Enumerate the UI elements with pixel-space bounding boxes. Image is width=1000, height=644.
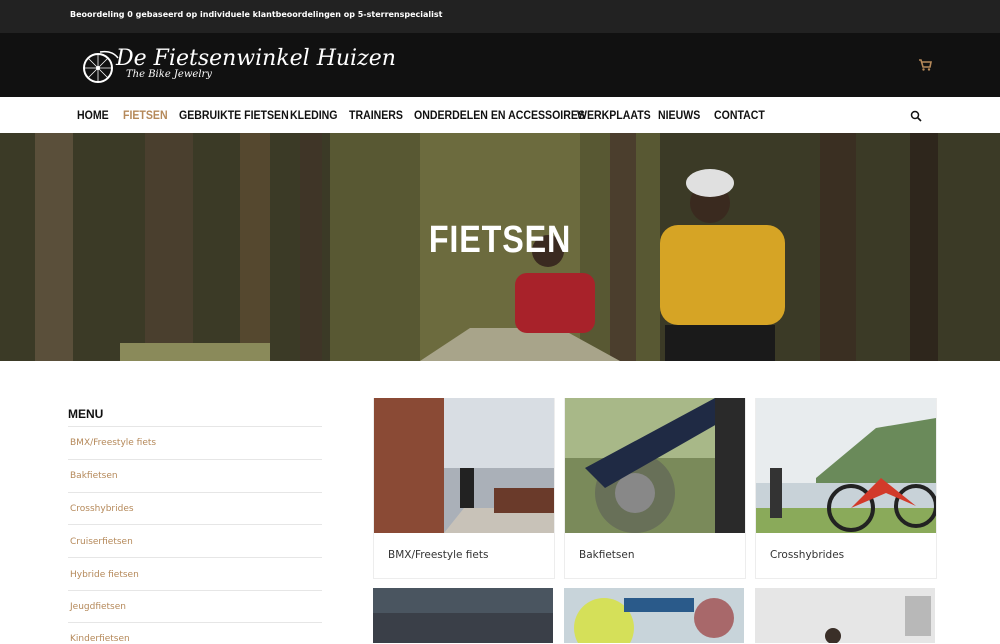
menu-divider xyxy=(68,622,322,623)
menu-link-jeugdfietsen[interactable]: Jeugdfietsen xyxy=(70,602,126,612)
product-card[interactable] xyxy=(564,588,744,643)
nav-werkplaats[interactable]: WERKPLAATS xyxy=(577,108,651,122)
nav-trainers[interactable]: TRAINERS xyxy=(349,108,403,122)
menu-link-bakfietsen[interactable]: Bakfietsen xyxy=(70,471,118,481)
logo-subtitle: The Bike Jewelry xyxy=(126,69,212,80)
logo-title: De Fietsenwinkel Huizen xyxy=(116,46,396,71)
search-icon[interactable] xyxy=(910,110,922,122)
menu-link-cruiserfietsen[interactable]: Cruiserfietsen xyxy=(70,537,133,547)
nav-contact[interactable]: CONTACT xyxy=(714,108,765,122)
menu-divider xyxy=(68,590,322,591)
menu-divider xyxy=(68,459,322,460)
menu-divider xyxy=(68,492,322,493)
product-card[interactable]: BMX/Freestyle fiets xyxy=(373,398,555,579)
sidebar-title: MENU xyxy=(68,407,104,421)
product-image xyxy=(565,398,745,533)
product-image xyxy=(373,588,553,643)
nav-home[interactable]: HOME xyxy=(77,108,109,122)
nav-nieuws[interactable]: NIEUWS xyxy=(658,108,700,122)
product-card[interactable] xyxy=(755,588,935,643)
product-image xyxy=(756,398,936,533)
menu-divider xyxy=(68,426,322,427)
site-logo[interactable]: De Fietsenwinkel Huizen The Bike Jewelry xyxy=(80,44,396,88)
product-title: Bakfietsen xyxy=(579,549,635,561)
menu-link-hybride[interactable]: Hybride fietsen xyxy=(70,570,139,580)
bicycle-wheel-icon xyxy=(83,50,119,83)
product-card[interactable]: Bakfietsen xyxy=(564,398,746,579)
menu-divider xyxy=(68,524,322,525)
product-title: BMX/Freestyle fiets xyxy=(388,549,489,561)
product-card[interactable]: Crosshybrides xyxy=(755,398,937,579)
nav-kleding[interactable]: KLEDING xyxy=(290,108,338,122)
product-image xyxy=(755,588,935,643)
menu-link-bmx[interactable]: BMX/Freestyle fiets xyxy=(70,438,156,448)
cart-icon[interactable] xyxy=(918,58,932,72)
nav-onderdelen[interactable]: ONDERDELEN EN ACCESSOIRES xyxy=(414,108,585,122)
nav-gebruikte-fietsen[interactable]: GEBRUIKTE FIETSEN xyxy=(179,108,289,122)
product-title: Crosshybrides xyxy=(770,549,845,561)
hero-banner: FIETSEN xyxy=(0,133,1000,361)
top-bar: Beoordeling 0 gebaseerd op individuele k… xyxy=(0,0,1000,33)
hero-title: FIETSEN xyxy=(428,219,572,261)
menu-divider xyxy=(68,557,322,558)
product-image xyxy=(564,588,744,643)
menu-link-crosshybrides[interactable]: Crosshybrides xyxy=(70,504,134,514)
product-image xyxy=(374,398,554,533)
product-card[interactable] xyxy=(373,588,553,643)
rating-text: Beoordeling 0 gebaseerd op individuele k… xyxy=(70,10,443,19)
nav-fietsen[interactable]: FIETSEN xyxy=(123,108,168,122)
